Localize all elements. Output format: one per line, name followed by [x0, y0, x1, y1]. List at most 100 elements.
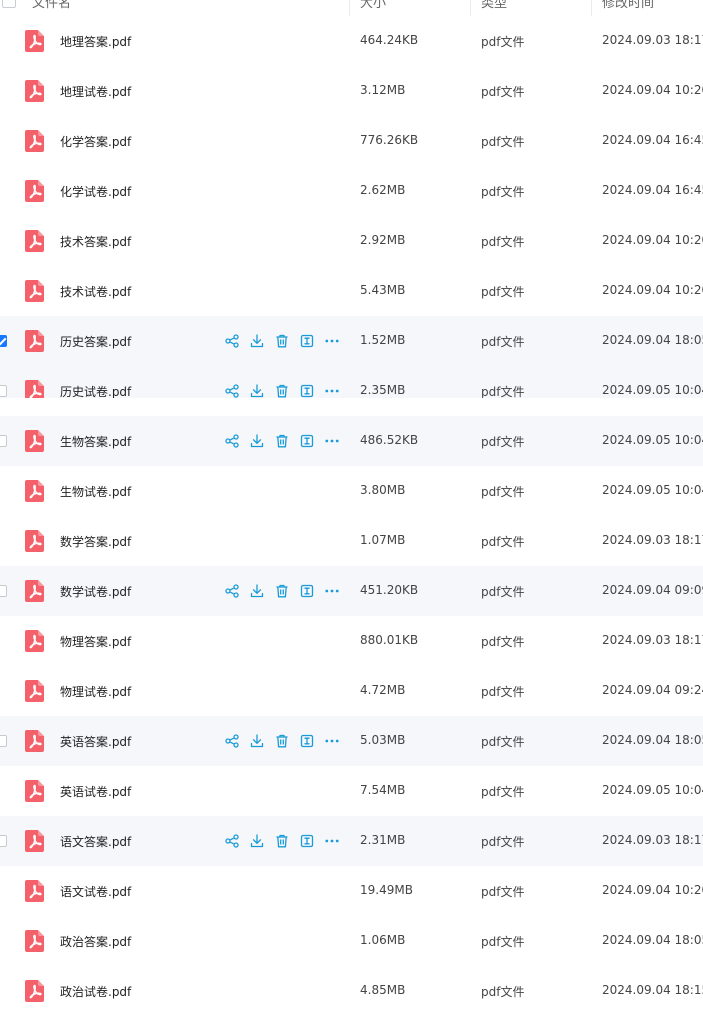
share-icon[interactable]	[224, 833, 240, 849]
download-icon[interactable]	[249, 433, 265, 449]
share-icon[interactable]	[224, 433, 240, 449]
file-size: 2.92MB	[360, 233, 406, 247]
more-icon[interactable]	[324, 583, 340, 599]
file-name[interactable]: 政治试卷.pdf	[60, 983, 131, 1000]
delete-icon[interactable]	[274, 733, 290, 749]
table-row[interactable]: 语文答案.pdf 2.31MB pdf文件 2024.09.03 18:17	[0, 816, 703, 866]
table-row[interactable]: 地理试卷.pdf 3.12MB pdf文件 2024.09.04 10:20	[0, 66, 703, 116]
file-type: pdf文件	[481, 935, 525, 949]
rename-icon[interactable]	[299, 583, 315, 599]
more-icon[interactable]	[324, 333, 340, 349]
file-type: pdf文件	[481, 585, 525, 599]
file-name[interactable]: 地理试卷.pdf	[60, 83, 131, 100]
file-list: 地理答案.pdf 464.24KB pdf文件 2024.09.03 18:17 地理试…	[0, 16, 703, 1016]
file-size: 5.03MB	[360, 733, 406, 747]
file-name[interactable]: 技术答案.pdf	[60, 233, 131, 250]
rename-icon[interactable]	[299, 833, 315, 849]
file-name[interactable]: 数学答案.pdf	[60, 533, 131, 550]
modified-date: 2024.09.05 10:04	[602, 383, 703, 397]
row-checkbox[interactable]	[0, 335, 7, 347]
rename-icon[interactable]	[299, 433, 315, 449]
download-icon[interactable]	[249, 833, 265, 849]
table-row[interactable]: 历史试卷.pdf 2.35MB pdf文件 2024.09.05 10:04	[0, 366, 703, 416]
rename-icon[interactable]	[299, 733, 315, 749]
share-icon[interactable]	[224, 383, 240, 399]
share-icon[interactable]	[224, 583, 240, 599]
table-row[interactable]: 政治答案.pdf 1.06MB pdf文件 2024.09.04 18:05	[0, 916, 703, 966]
modified-date: 2024.09.03 18:17	[602, 633, 703, 647]
file-name[interactable]: 政治答案.pdf	[60, 933, 131, 950]
column-header-size[interactable]: 大小	[360, 0, 386, 11]
file-name[interactable]: 物理答案.pdf	[60, 633, 131, 650]
table-row[interactable]: 政治试卷.pdf 4.85MB pdf文件 2024.09.04 18:15	[0, 966, 703, 1016]
file-name[interactable]: 技术试卷.pdf	[60, 283, 131, 300]
file-type: pdf文件	[481, 685, 525, 699]
pdf-file-icon	[25, 180, 44, 202]
file-type: pdf文件	[481, 335, 525, 349]
pdf-file-icon	[25, 30, 44, 52]
delete-icon[interactable]	[274, 583, 290, 599]
row-actions	[224, 383, 349, 399]
share-icon[interactable]	[224, 733, 240, 749]
table-row[interactable]: 历史答案.pdf 1.52MB pdf文件 2024.09.04 18:05	[0, 316, 703, 366]
table-row[interactable]: 技术试卷.pdf 5.43MB pdf文件 2024.09.04 10:20	[0, 266, 703, 316]
more-icon[interactable]	[324, 433, 340, 449]
table-row[interactable]: 化学试卷.pdf 2.62MB pdf文件 2024.09.04 16:45	[0, 166, 703, 216]
more-icon[interactable]	[324, 733, 340, 749]
more-icon[interactable]	[324, 383, 340, 399]
table-row[interactable]: 物理答案.pdf 880.01KB pdf文件 2024.09.03 18:17	[0, 616, 703, 666]
table-row[interactable]: 生物试卷.pdf 3.80MB pdf文件 2024.09.05 10:04	[0, 466, 703, 516]
file-size: 486.52KB	[360, 433, 419, 447]
table-row[interactable]: 英语答案.pdf 5.03MB pdf文件 2024.09.04 18:05	[0, 716, 703, 766]
file-name[interactable]: 地理答案.pdf	[60, 33, 131, 50]
download-icon[interactable]	[249, 733, 265, 749]
table-row[interactable]: 数学试卷.pdf 451.20KB pdf文件 2024.09.04 09:09	[0, 566, 703, 616]
file-name[interactable]: 物理试卷.pdf	[60, 683, 131, 700]
rename-icon[interactable]	[299, 383, 315, 399]
table-row[interactable]: 地理答案.pdf 464.24KB pdf文件 2024.09.03 18:17	[0, 16, 703, 66]
table-row[interactable]: 英语试卷.pdf 7.54MB pdf文件 2024.09.05 10:04	[0, 766, 703, 816]
modified-date: 2024.09.04 18:15	[602, 983, 703, 997]
more-icon[interactable]	[324, 833, 340, 849]
row-checkbox[interactable]	[0, 835, 7, 847]
file-name[interactable]: 语文答案.pdf	[60, 833, 131, 850]
table-row[interactable]: 生物答案.pdf 486.52KB pdf文件 2024.09.05 10:04	[0, 416, 703, 466]
file-name[interactable]: 语文试卷.pdf	[60, 883, 131, 900]
download-icon[interactable]	[249, 333, 265, 349]
column-header-date[interactable]: 修改时间	[602, 0, 654, 11]
file-name[interactable]: 生物答案.pdf	[60, 433, 131, 450]
table-row[interactable]: 数学答案.pdf 1.07MB pdf文件 2024.09.03 18:17	[0, 516, 703, 566]
download-icon[interactable]	[249, 583, 265, 599]
file-name[interactable]: 生物试卷.pdf	[60, 483, 131, 500]
table-row[interactable]: 物理试卷.pdf 4.72MB pdf文件 2024.09.04 09:24	[0, 666, 703, 716]
download-icon[interactable]	[249, 383, 265, 399]
delete-icon[interactable]	[274, 433, 290, 449]
table-row[interactable]: 语文试卷.pdf 19.49MB pdf文件 2024.09.04 10:20	[0, 866, 703, 916]
select-all-checkbox[interactable]	[2, 0, 16, 8]
file-name[interactable]: 数学试卷.pdf	[60, 583, 131, 600]
pdf-file-icon	[25, 680, 44, 702]
row-checkbox[interactable]	[0, 735, 7, 747]
table-row[interactable]: 技术答案.pdf 2.92MB pdf文件 2024.09.04 10:20	[0, 216, 703, 266]
rename-icon[interactable]	[299, 333, 315, 349]
row-checkbox[interactable]	[0, 435, 7, 447]
share-icon[interactable]	[224, 333, 240, 349]
row-checkbox[interactable]	[0, 585, 7, 597]
file-name[interactable]: 英语试卷.pdf	[60, 783, 131, 800]
delete-icon[interactable]	[274, 833, 290, 849]
file-name[interactable]: 历史答案.pdf	[60, 333, 131, 350]
delete-icon[interactable]	[274, 333, 290, 349]
row-checkbox[interactable]	[0, 385, 7, 397]
file-name[interactable]: 英语答案.pdf	[60, 733, 131, 750]
row-actions	[224, 583, 349, 599]
file-name[interactable]: 化学答案.pdf	[60, 133, 131, 150]
file-name[interactable]: 化学试卷.pdf	[60, 183, 131, 200]
file-name[interactable]: 历史试卷.pdf	[60, 383, 131, 400]
column-header-type[interactable]: 类型	[481, 0, 507, 11]
file-size: 776.26KB	[360, 133, 419, 147]
delete-icon[interactable]	[274, 383, 290, 399]
modified-date: 2024.09.04 18:05	[602, 333, 703, 347]
table-row[interactable]: 化学答案.pdf 776.26KB pdf文件 2024.09.04 16:45	[0, 116, 703, 166]
pdf-file-icon	[25, 780, 44, 802]
column-header-name[interactable]: 文件名	[32, 0, 71, 11]
